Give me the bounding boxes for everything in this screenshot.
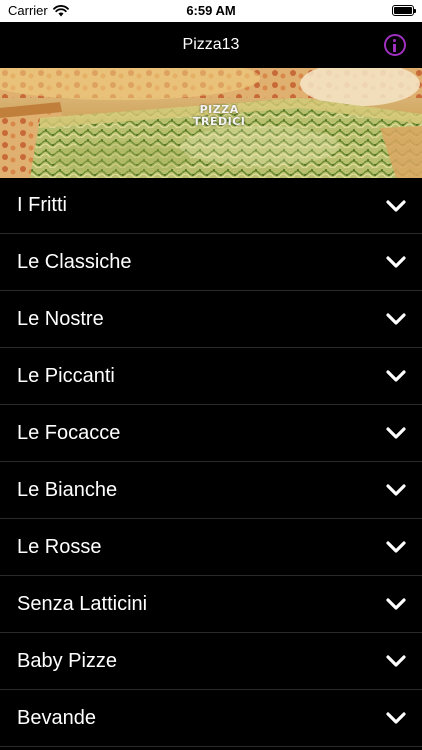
menu-item-senza-latticini[interactable]: Senza Latticini: [0, 576, 422, 633]
menu-item-baby-pizze[interactable]: Baby Pizze: [0, 633, 422, 690]
menu-item-label: Bevande: [17, 706, 96, 729]
menu-item-le-focacce[interactable]: Le Focacce: [0, 405, 422, 462]
battery-icon: [392, 5, 416, 16]
menu-item-le-rosse[interactable]: Le Rosse: [0, 519, 422, 576]
menu-item-le-nostre[interactable]: Le Nostre: [0, 291, 422, 348]
menu-item-label: Le Focacce: [17, 421, 121, 444]
chevron-down-icon: [386, 655, 406, 667]
chevron-down-icon: [386, 598, 406, 610]
page-title: Pizza13: [182, 36, 240, 53]
menu-item-label: Le Classiche: [17, 250, 132, 273]
hero-pizza-image: PIZZA TREDICI: [0, 68, 422, 178]
menu-category-list: I Fritti Le Classiche Le Nostre Le Picca…: [0, 178, 422, 747]
menu-item-label: Baby Pizze: [17, 649, 118, 672]
chevron-down-icon: [386, 256, 406, 268]
menu-item-label: I Fritti: [17, 194, 67, 216]
chevron-down-icon: [386, 199, 406, 212]
chevron-down-icon: [386, 541, 406, 553]
menu-item-label: Senza Latticini: [17, 592, 148, 615]
menu-item-bevande[interactable]: Bevande: [0, 690, 422, 747]
menu-item-i-fritti[interactable]: I Fritti: [0, 178, 422, 234]
menu-item-le-classiche[interactable]: Le Classiche: [0, 234, 422, 291]
info-icon[interactable]: [384, 34, 406, 56]
chevron-down-icon: [386, 484, 406, 496]
menu-item-label: Le Rosse: [17, 535, 102, 558]
menu-item-label: Le Piccanti: [17, 364, 115, 387]
app-screen: Carrier 6:59 AM Pizza13 PIZZA TREDICI I …: [0, 0, 422, 750]
menu-item-le-bianche[interactable]: Le Bianche: [0, 462, 422, 519]
menu-item-label: Le Bianche: [17, 478, 118, 501]
pizza-tredici-logo: PIZZA TREDICI: [193, 103, 246, 128]
chevron-down-icon: [386, 712, 406, 724]
chevron-down-icon: [386, 427, 406, 439]
navigation-bar: Pizza13: [0, 22, 422, 68]
status-bar: Carrier 6:59 AM: [0, 0, 422, 22]
chevron-down-icon: [386, 370, 406, 382]
chevron-down-icon: [386, 313, 406, 325]
status-time: 6:59 AM: [186, 3, 236, 18]
menu-item-le-piccanti[interactable]: Le Piccanti: [0, 348, 422, 405]
menu-item-label: Le Nostre: [17, 307, 104, 330]
